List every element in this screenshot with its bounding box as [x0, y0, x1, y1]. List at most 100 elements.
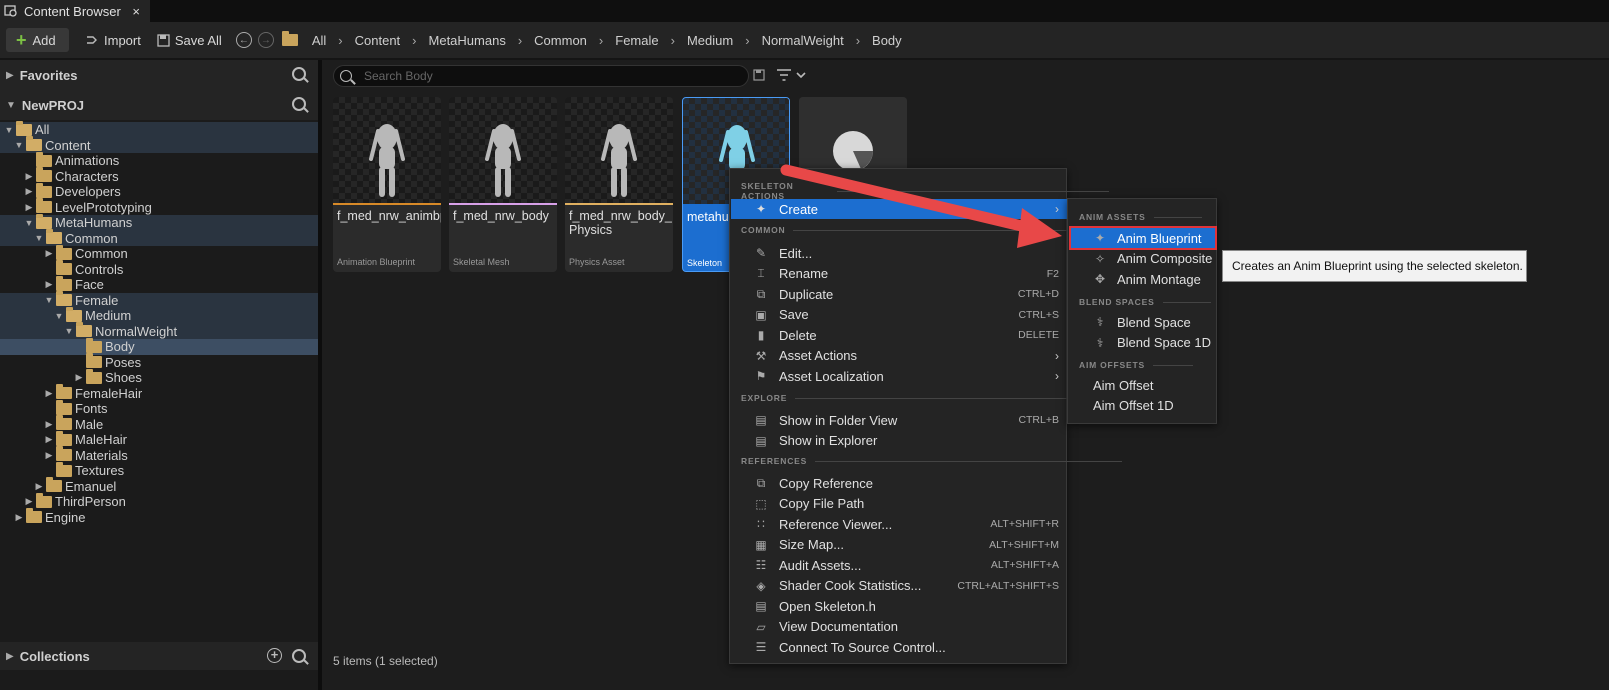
project-header[interactable]: ▼ NewPROJ — [0, 90, 318, 120]
submenu-item[interactable]: ✥ Anim Montage — [1071, 269, 1215, 289]
tree-item[interactable]: Textures — [0, 461, 318, 479]
expand-arrow-icon[interactable]: ▶ — [44, 419, 54, 430]
breadcrumb-item[interactable]: Female — [615, 33, 658, 48]
tree-item[interactable]: ▼ NormalWeight — [0, 322, 318, 339]
tree-item[interactable]: Controls — [0, 260, 318, 278]
tree-item[interactable]: ▶ Engine — [0, 508, 318, 526]
expand-arrow-icon[interactable]: ▶ — [24, 202, 34, 213]
menu-item[interactable]: ⧉ Duplicate CTRL+D — [731, 284, 1067, 304]
expand-arrow-icon[interactable]: ▶ — [24, 186, 34, 197]
save-search-icon[interactable] — [753, 69, 765, 81]
menu-item[interactable]: ☷ Audit Assets... ALT+SHIFT+A — [731, 555, 1067, 575]
search-input[interactable]: Search Body — [333, 65, 749, 87]
tree-item[interactable]: ▼ Content — [0, 136, 318, 153]
menu-item[interactable]: ▤ Show in Folder View CTRL+B — [731, 410, 1067, 430]
submenu-item[interactable]: ⚕ Blend Space — [1071, 312, 1215, 332]
menu-item[interactable]: ▣ Save CTRL+S — [731, 305, 1067, 325]
collapse-arrow-icon[interactable]: ▼ — [4, 125, 14, 135]
tree-item[interactable]: Body — [0, 337, 318, 355]
menu-item[interactable]: ▤ Show in Explorer — [731, 431, 1067, 451]
menu-item[interactable]: ☰ Connect To Source Control... — [731, 637, 1067, 657]
breadcrumb-item[interactable]: Common — [534, 33, 587, 48]
asset-tile[interactable]: f_med_nrw_animbp Animation Blueprint — [333, 97, 441, 272]
menu-item[interactable]: ✎ Edit... — [731, 243, 1067, 263]
menu-item[interactable]: ⬚ Copy File Path — [731, 494, 1067, 514]
tree-item[interactable]: ▶ Developers — [0, 182, 318, 200]
tree-item[interactable]: ▶ MaleHair — [0, 430, 318, 448]
import-button[interactable]: Import — [79, 28, 147, 52]
breadcrumb-separator-icon[interactable]: › — [599, 33, 603, 48]
expand-arrow-icon[interactable]: ▶ — [44, 248, 54, 259]
tree-item[interactable]: ▶ Common — [0, 244, 318, 262]
submenu-item[interactable]: ✧ Anim Composite — [1071, 249, 1215, 269]
menu-item[interactable]: ▦ Size Map... ALT+SHIFT+M — [731, 535, 1067, 555]
menu-item[interactable]: ⚒ Asset Actions › — [731, 346, 1067, 366]
menu-item[interactable]: ⌶ Rename F2 — [731, 264, 1067, 284]
search-icon[interactable] — [292, 67, 306, 84]
tree-item[interactable]: ▼ All — [0, 120, 318, 138]
menu-item[interactable]: ∷ Reference Viewer... ALT+SHIFT+R — [731, 514, 1067, 534]
expand-arrow-icon[interactable]: ▶ — [74, 372, 84, 383]
breadcrumb-item[interactable]: Body — [872, 33, 902, 48]
filter-icon[interactable] — [776, 68, 808, 82]
breadcrumb-separator-icon[interactable]: › — [518, 33, 522, 48]
menu-item[interactable]: ▱ View Documentation — [731, 617, 1067, 637]
tree-item[interactable]: ▶ Shoes — [0, 368, 318, 386]
breadcrumb-item[interactable]: NormalWeight — [762, 33, 844, 48]
asset-tile[interactable]: f_med_nrw_body Skeletal Mesh — [449, 97, 557, 272]
breadcrumb-separator-icon[interactable]: › — [745, 33, 749, 48]
menu-item[interactable]: ◈ Shader Cook Statistics... CTRL+ALT+SHIFT… — [731, 576, 1067, 596]
submenu-item[interactable]: Aim Offset — [1071, 375, 1215, 395]
collapse-arrow-icon[interactable]: ▼ — [24, 218, 34, 228]
add-button[interactable]: + Add — [6, 28, 69, 52]
menu-item[interactable]: ⧉ Copy Reference — [731, 473, 1067, 493]
expand-arrow-icon[interactable]: ▶ — [44, 279, 54, 290]
favorites-header[interactable]: ▶ Favorites — [0, 60, 318, 90]
breadcrumb-separator-icon[interactable]: › — [856, 33, 860, 48]
add-collection-icon[interactable]: + — [267, 648, 282, 663]
breadcrumb-item[interactable]: Medium — [687, 33, 733, 48]
asset-tile[interactable]: f_med_nrw_body_ Physics Physics Asset — [565, 97, 673, 272]
tree-item[interactable]: Fonts — [0, 399, 318, 417]
menu-item[interactable]: ✦ Create › — [731, 199, 1067, 219]
tree-item[interactable]: Animations — [0, 151, 318, 169]
tree-item[interactable]: ▶ FemaleHair — [0, 384, 318, 402]
folder-icon[interactable] — [281, 31, 298, 46]
breadcrumb-item[interactable]: All — [312, 33, 326, 48]
expand-arrow-icon[interactable]: ▶ — [44, 388, 54, 399]
tree-item[interactable]: ▶ Emanuel — [0, 477, 318, 495]
search-icon[interactable] — [292, 97, 306, 114]
tree-item[interactable]: ▼ Female — [0, 291, 318, 308]
breadcrumb-item[interactable]: Content — [355, 33, 401, 48]
tree-item[interactable]: ▶ Materials — [0, 446, 318, 464]
submenu-item[interactable]: Aim Offset 1D — [1071, 396, 1215, 416]
submenu-item[interactable]: ✦ Anim Blueprint — [1069, 226, 1217, 250]
menu-item[interactable]: ⚑ Asset Localization › — [731, 366, 1067, 386]
back-icon[interactable]: ← — [235, 32, 252, 48]
expand-arrow-icon[interactable]: ▶ — [44, 450, 54, 461]
submenu-item[interactable]: ⚕ Blend Space 1D — [1071, 333, 1215, 353]
breadcrumb-separator-icon[interactable]: › — [671, 33, 675, 48]
collections-header[interactable]: ▶ Collections + — [0, 642, 318, 670]
tab-content-browser[interactable]: Content Browser × — [0, 0, 150, 22]
save-all-button[interactable]: Save All — [151, 28, 228, 52]
expand-arrow-icon[interactable]: ▶ — [24, 171, 34, 182]
collapse-arrow-icon[interactable]: ▼ — [54, 311, 64, 321]
tree-item[interactable]: ▶ LevelPrototyping — [0, 198, 318, 216]
expand-arrow-icon[interactable]: ▶ — [34, 481, 44, 492]
tree-item[interactable]: ▶ Face — [0, 275, 318, 293]
collapse-arrow-icon[interactable]: ▼ — [64, 326, 74, 336]
breadcrumb-item[interactable]: MetaHumans — [429, 33, 506, 48]
breadcrumb-separator-icon[interactable]: › — [338, 33, 342, 48]
tree-item[interactable]: ▶ Male — [0, 415, 318, 433]
tree-item[interactable]: ▼ Common — [0, 229, 318, 246]
tab-close-icon[interactable]: × — [132, 4, 140, 19]
collapse-arrow-icon[interactable]: ▼ — [14, 140, 24, 150]
tree-item[interactable]: Poses — [0, 353, 318, 371]
breadcrumb-separator-icon[interactable]: › — [412, 33, 416, 48]
search-icon[interactable] — [292, 649, 306, 666]
tree-item[interactable]: ▶ ThirdPerson — [0, 492, 318, 510]
tree-item[interactable]: ▶ Characters — [0, 167, 318, 185]
expand-arrow-icon[interactable]: ▶ — [14, 512, 24, 523]
menu-item[interactable]: ▤ Open Skeleton.h — [731, 596, 1067, 616]
